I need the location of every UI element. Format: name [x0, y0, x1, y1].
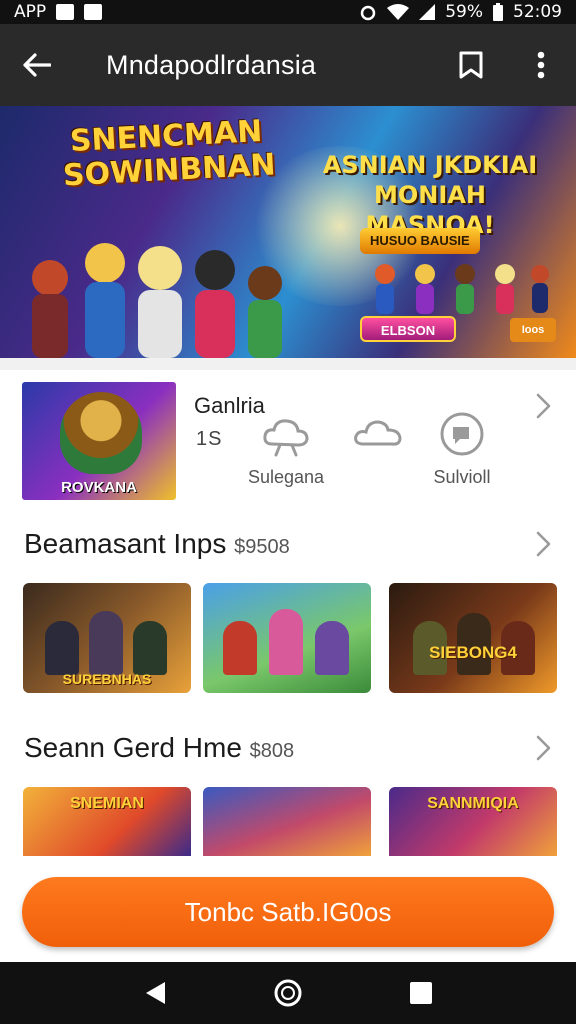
cloud-icon	[354, 420, 402, 446]
battery-icon	[493, 3, 503, 21]
cloud-gear-icon	[263, 419, 309, 457]
section-2-thumb-1[interactable]: SNEMIAN	[23, 787, 191, 857]
banner-headline: ASNIAN JKDKIAI MONIAH MASNOA!	[310, 150, 550, 240]
wifi-icon	[387, 4, 410, 20]
feature-chip-1-label: Sulegana	[247, 467, 325, 487]
character-art	[315, 621, 349, 675]
banner-play-button[interactable]: ELBSON	[360, 316, 456, 342]
banner-mini-characters	[375, 264, 549, 314]
status-app-label: APP	[14, 2, 47, 22]
divider	[0, 358, 576, 370]
section-2-thumb-3-label: SANNMIQIA	[427, 795, 519, 812]
section-2-price: $808	[249, 740, 295, 762]
battery-percent: 59%	[445, 2, 483, 22]
shield-chat-icon	[440, 412, 484, 456]
status-bar: APP 59% 52:09	[0, 0, 576, 24]
character-art	[133, 621, 167, 675]
promo-banner[interactable]: SNENCMAN SOWINBNAN ASNIAN JKDKIAI MONIAH…	[0, 106, 576, 358]
section-2-name: Seann Gerd Hme	[24, 732, 242, 763]
feature-chip-3[interactable]: Sulvioll	[410, 410, 514, 488]
section-1-thumb-2[interactable]	[203, 583, 371, 693]
character-art	[269, 609, 303, 675]
character-art	[223, 621, 257, 675]
section-1-name: Beamasant Inps	[24, 528, 227, 559]
primary-action-button[interactable]: Tonbc Satb.IG0os	[22, 877, 554, 947]
chevron-right-icon[interactable]	[534, 734, 554, 762]
chevron-right-icon[interactable]	[534, 392, 554, 420]
notification-icon	[84, 4, 103, 20]
section-1-price: $9508	[234, 536, 290, 558]
nav-back-icon[interactable]	[143, 980, 167, 1006]
signal-icon	[419, 4, 436, 20]
feature-chip-1[interactable]: Sulegana	[236, 410, 336, 488]
arrow-left-icon	[23, 53, 51, 77]
banner-badge: HUSUO BAUSIE	[360, 228, 480, 254]
nav-recents-icon[interactable]	[409, 981, 433, 1005]
back-button[interactable]	[0, 24, 74, 106]
feature-chip-3-label: Sulvioll	[433, 467, 491, 487]
page-title: Mndapodlrdansia	[106, 49, 317, 80]
section-1-thumb-3-label: SIEBONG4	[429, 643, 517, 662]
section-1-thumb-3[interactable]: SIEBONG4	[389, 583, 557, 693]
section-1-thumb-1[interactable]: SUREBNHAS	[23, 583, 191, 693]
bookmark-icon	[459, 51, 483, 79]
system-nav-bar	[0, 962, 576, 1024]
nav-home-icon[interactable]	[273, 978, 303, 1008]
section-1-thumb-1-label: SUREBNHAS	[62, 671, 152, 687]
character-art	[89, 611, 123, 675]
chevron-right-icon[interactable]	[534, 530, 554, 558]
status-time: 52:09	[513, 2, 562, 22]
section-title-1: Beamasant Inps $9508	[24, 528, 290, 560]
character-art	[45, 621, 79, 675]
more-options-button[interactable]	[506, 24, 576, 106]
bookmark-button[interactable]	[436, 24, 506, 106]
game-cover-image[interactable]: ROVKANA	[22, 382, 176, 500]
feature-chip-2[interactable]	[340, 410, 416, 463]
section-title-2: Seann Gerd Hme $808	[24, 732, 294, 764]
game-subtitle: 1S	[196, 428, 223, 450]
banner-headline-line1: ASNIAN JKDKIAI	[322, 151, 538, 179]
banner-tag: Ioos	[510, 318, 556, 342]
banner-logo: SNENCMAN SOWINBNAN	[60, 114, 276, 193]
section-2-thumb-1-label: SNEMIAN	[70, 795, 144, 812]
game-cover-caption: ROVKANA	[61, 479, 137, 496]
banner-characters-art	[32, 243, 282, 358]
section-2-thumb-3[interactable]: SANNMIQIA	[389, 787, 557, 857]
more-vert-icon	[537, 51, 545, 79]
app-bar: Mndapodlrdansia	[0, 24, 576, 106]
game-hero-art	[60, 392, 142, 474]
message-icon	[56, 4, 75, 20]
alarm-icon	[360, 5, 376, 21]
section-2-thumb-2[interactable]	[203, 787, 371, 857]
